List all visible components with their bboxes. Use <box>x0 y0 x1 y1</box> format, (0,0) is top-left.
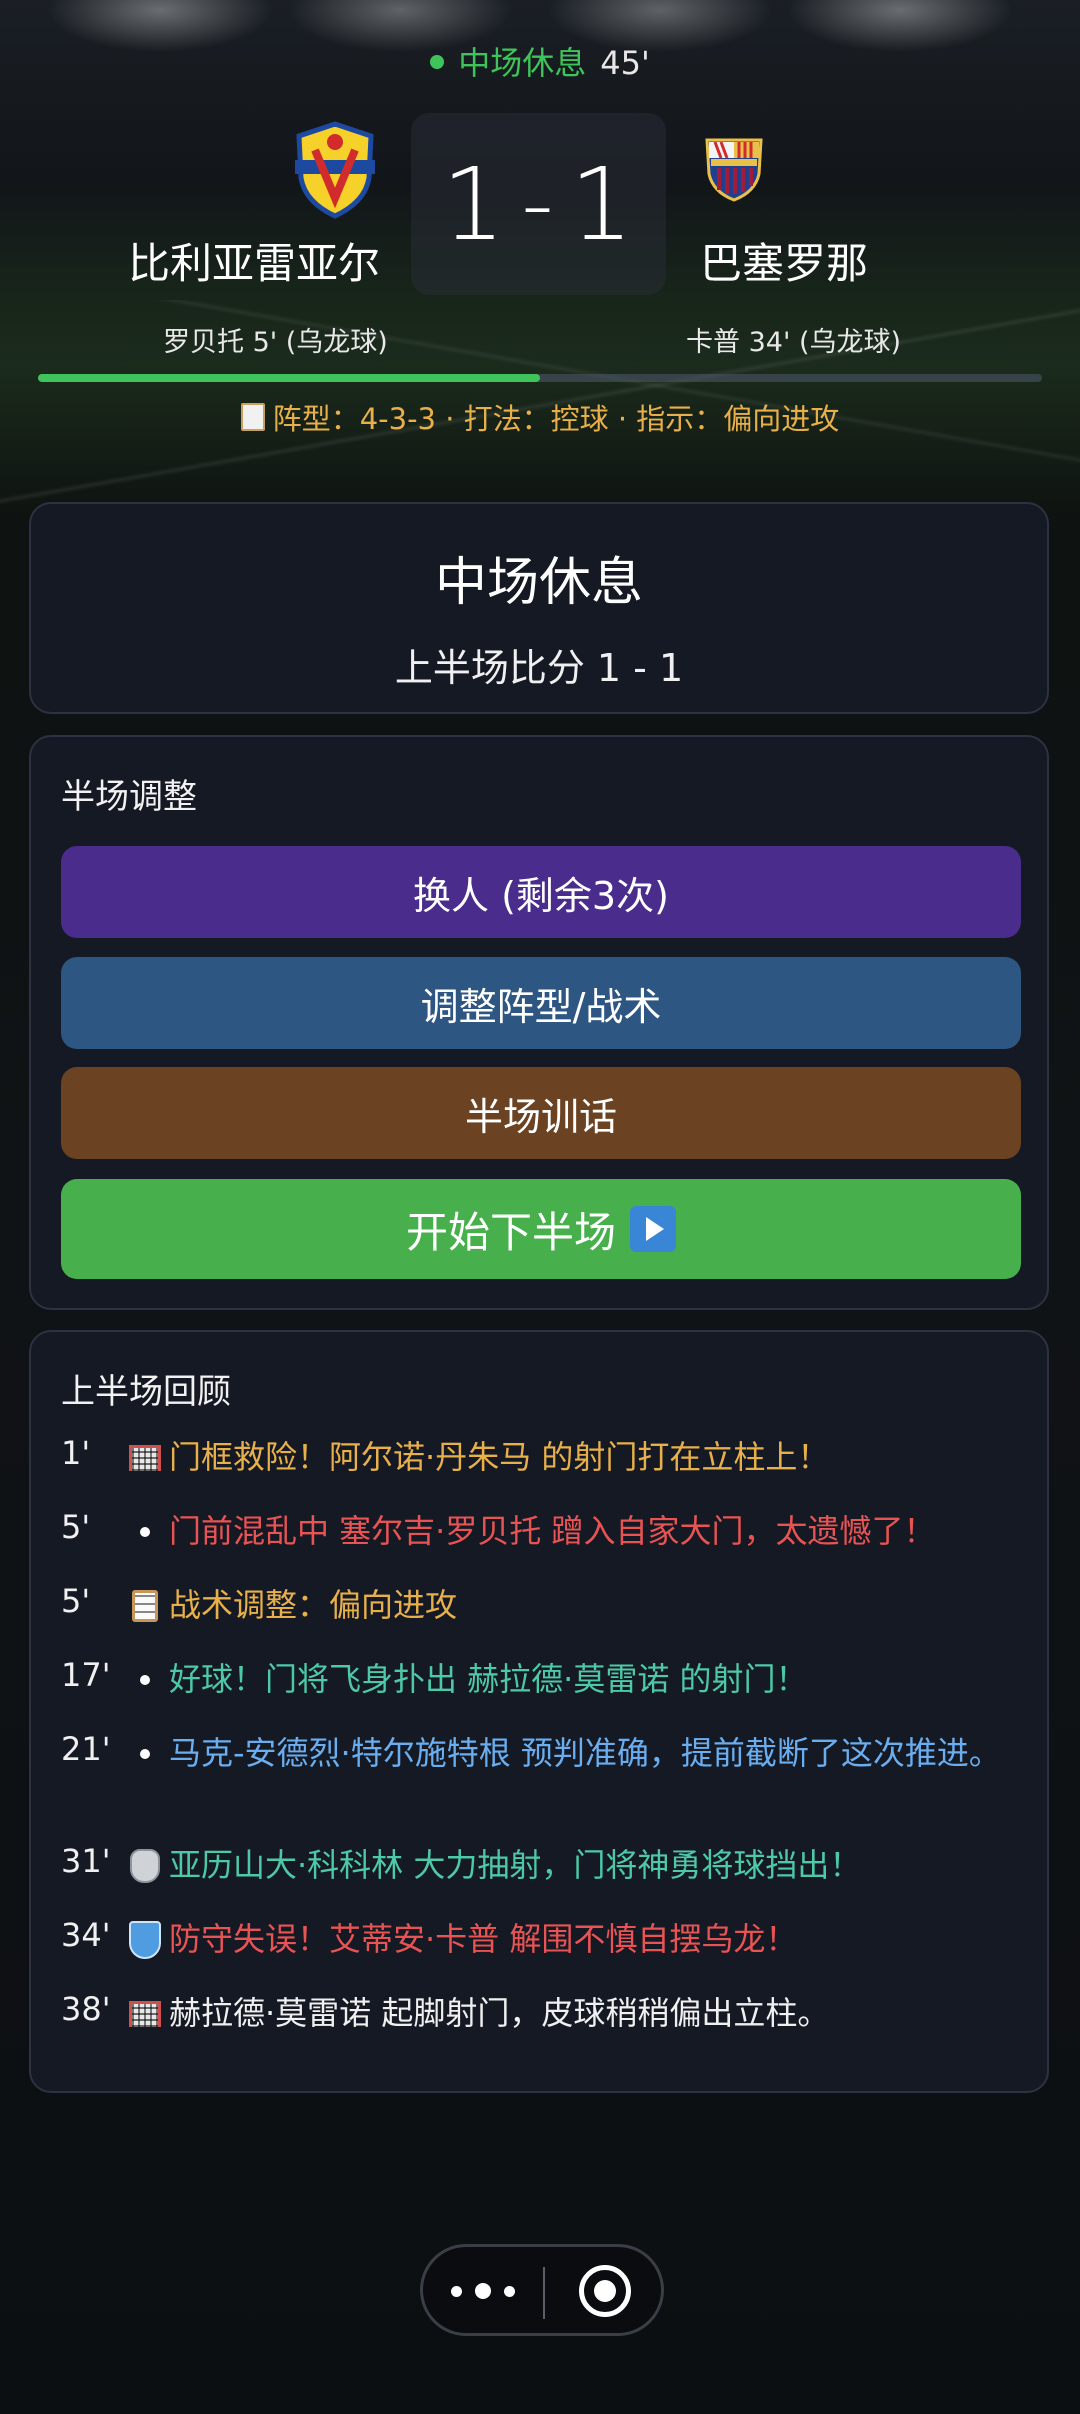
away-scorer: 卡普 34' (乌龙球) <box>686 327 902 358</box>
home-team-name: 比利亚雷亚尔 <box>128 239 381 288</box>
event-minute: 5' <box>61 1508 91 1546</box>
glove-icon-glyph <box>130 1849 160 1883</box>
goal-net-icon-glyph <box>129 2001 161 2027</box>
substitution-button-label: 换人 (剩余3次) <box>413 873 669 918</box>
event-text: 门前混乱中 塞尔吉·罗贝托 蹭入自家大门，太遗憾了！ <box>169 1512 936 1550</box>
bullet-icon-glyph <box>140 1749 150 1759</box>
bullet-icon-glyph <box>140 1675 150 1685</box>
target-close-icon[interactable] <box>579 2265 631 2317</box>
score-separator: - <box>521 151 556 257</box>
tactics-button[interactable]: 调整阵型/战术 <box>61 957 1021 1049</box>
match-progress-fill <box>38 374 540 382</box>
match-status: 中场休息 45' <box>0 38 1080 84</box>
match-status-text: 中场休息 <box>458 44 587 82</box>
goal-net-icon <box>125 1438 165 1478</box>
goal-net-icon-glyph <box>129 1445 161 1471</box>
event-minute: 34' <box>61 1916 111 1954</box>
event-text: 战术调整：偏向进攻 <box>169 1586 458 1624</box>
match-progress-bar <box>38 374 1042 382</box>
match-screen: { "header": { "status": "中场休息", "minute"… <box>0 0 1080 2414</box>
tactics-summary-text: 阵型：4-3-3 · 打法：控球 · 指示：偏向进攻 <box>272 402 840 436</box>
clipboard-icon <box>125 1586 165 1626</box>
capsule-divider <box>543 2267 545 2319</box>
event-minute: 38' <box>61 1990 111 2028</box>
shield-icon <box>125 1920 165 1960</box>
event-text: 门框救险！阿尔诺·丹朱马 的射门打在立柱上！ <box>169 1438 830 1476</box>
halftime-card: 中场休息 上半场比分 1 - 1 <box>29 502 1049 714</box>
event-minute: 1' <box>61 1434 91 1472</box>
mini-program-capsule <box>420 2244 664 2336</box>
event-minute: 21' <box>61 1730 111 1768</box>
tactics-summary: 阵型：4-3-3 · 打法：控球 · 指示：偏向进攻 <box>0 396 1080 438</box>
halftime-adjust-card: 半场调整 换人 (剩余3次) 调整阵型/战术 半场训话 开始下半场 <box>29 735 1049 1310</box>
team-talk-button-label: 半场训话 <box>464 1094 617 1139</box>
barcelona-crest-icon <box>705 138 763 202</box>
event-text: 防守失误！艾蒂安·卡普 解围不慎自摆乌龙！ <box>169 1920 798 1958</box>
away-team: 巴塞罗那 <box>612 120 952 291</box>
goal-net-icon <box>125 1994 165 2034</box>
play-icon <box>630 1206 676 1252</box>
adjust-title: 半场调整 <box>61 777 197 817</box>
more-dots-icon[interactable] <box>451 2275 515 2307</box>
event-minute: 5' <box>61 1582 91 1620</box>
live-dot-icon <box>430 55 445 69</box>
event-minute: 17' <box>61 1656 111 1694</box>
bullet-icon-glyph <box>140 1527 150 1537</box>
shield-icon-glyph <box>129 1921 161 1959</box>
tactics-button-label: 调整阵型/战术 <box>420 984 662 1029</box>
home-score: 1 <box>441 145 508 263</box>
event-text: 赫拉德·莫雷诺 起脚射门，皮球稍稍偏出立柱。 <box>169 1994 830 2032</box>
halftime-score: 上半场比分 1 - 1 <box>394 646 684 690</box>
halftime-title: 中场休息 <box>434 553 643 613</box>
review-title: 上半场回顾 <box>61 1372 231 1412</box>
bullet-icon <box>125 1734 165 1774</box>
event-text: 亚历山大·科科林 大力抽射，门将神勇将球挡出！ <box>169 1846 862 1884</box>
team-talk-button[interactable]: 半场训话 <box>61 1067 1021 1159</box>
first-half-review-card: 上半场回顾 1' 门框救险！阿尔诺·丹朱马 的射门打在立柱上！ 5' 门前混乱中 塞尔… <box>29 1330 1049 2093</box>
event-text: 好球！门将飞身扑出 赫拉德·莫雷诺 的射门！ <box>169 1660 808 1698</box>
home-scorer: 罗贝托 5' (乌龙球) <box>163 327 388 358</box>
clipboard-icon <box>240 403 265 431</box>
clipboard-icon-glyph <box>132 1590 158 1622</box>
away-team-name: 巴塞罗那 <box>700 239 869 288</box>
start-second-half-label: 开始下半场 <box>405 1207 616 1257</box>
bullet-icon <box>125 1660 165 1700</box>
substitution-button[interactable]: 换人 (剩余3次) <box>61 846 1021 938</box>
bullet-icon <box>125 1512 165 1552</box>
start-second-half-button[interactable]: 开始下半场 <box>61 1179 1021 1279</box>
match-minute: 45' <box>600 44 650 82</box>
event-text: 马克-安德烈·特尔施特根 预判准确，提前截断了这次推进。 <box>169 1734 1001 1772</box>
home-team: 比利亚雷亚尔 <box>85 120 425 291</box>
event-minute: 31' <box>61 1842 111 1880</box>
villarreal-crest-icon <box>295 121 375 219</box>
glove-icon <box>125 1846 165 1886</box>
